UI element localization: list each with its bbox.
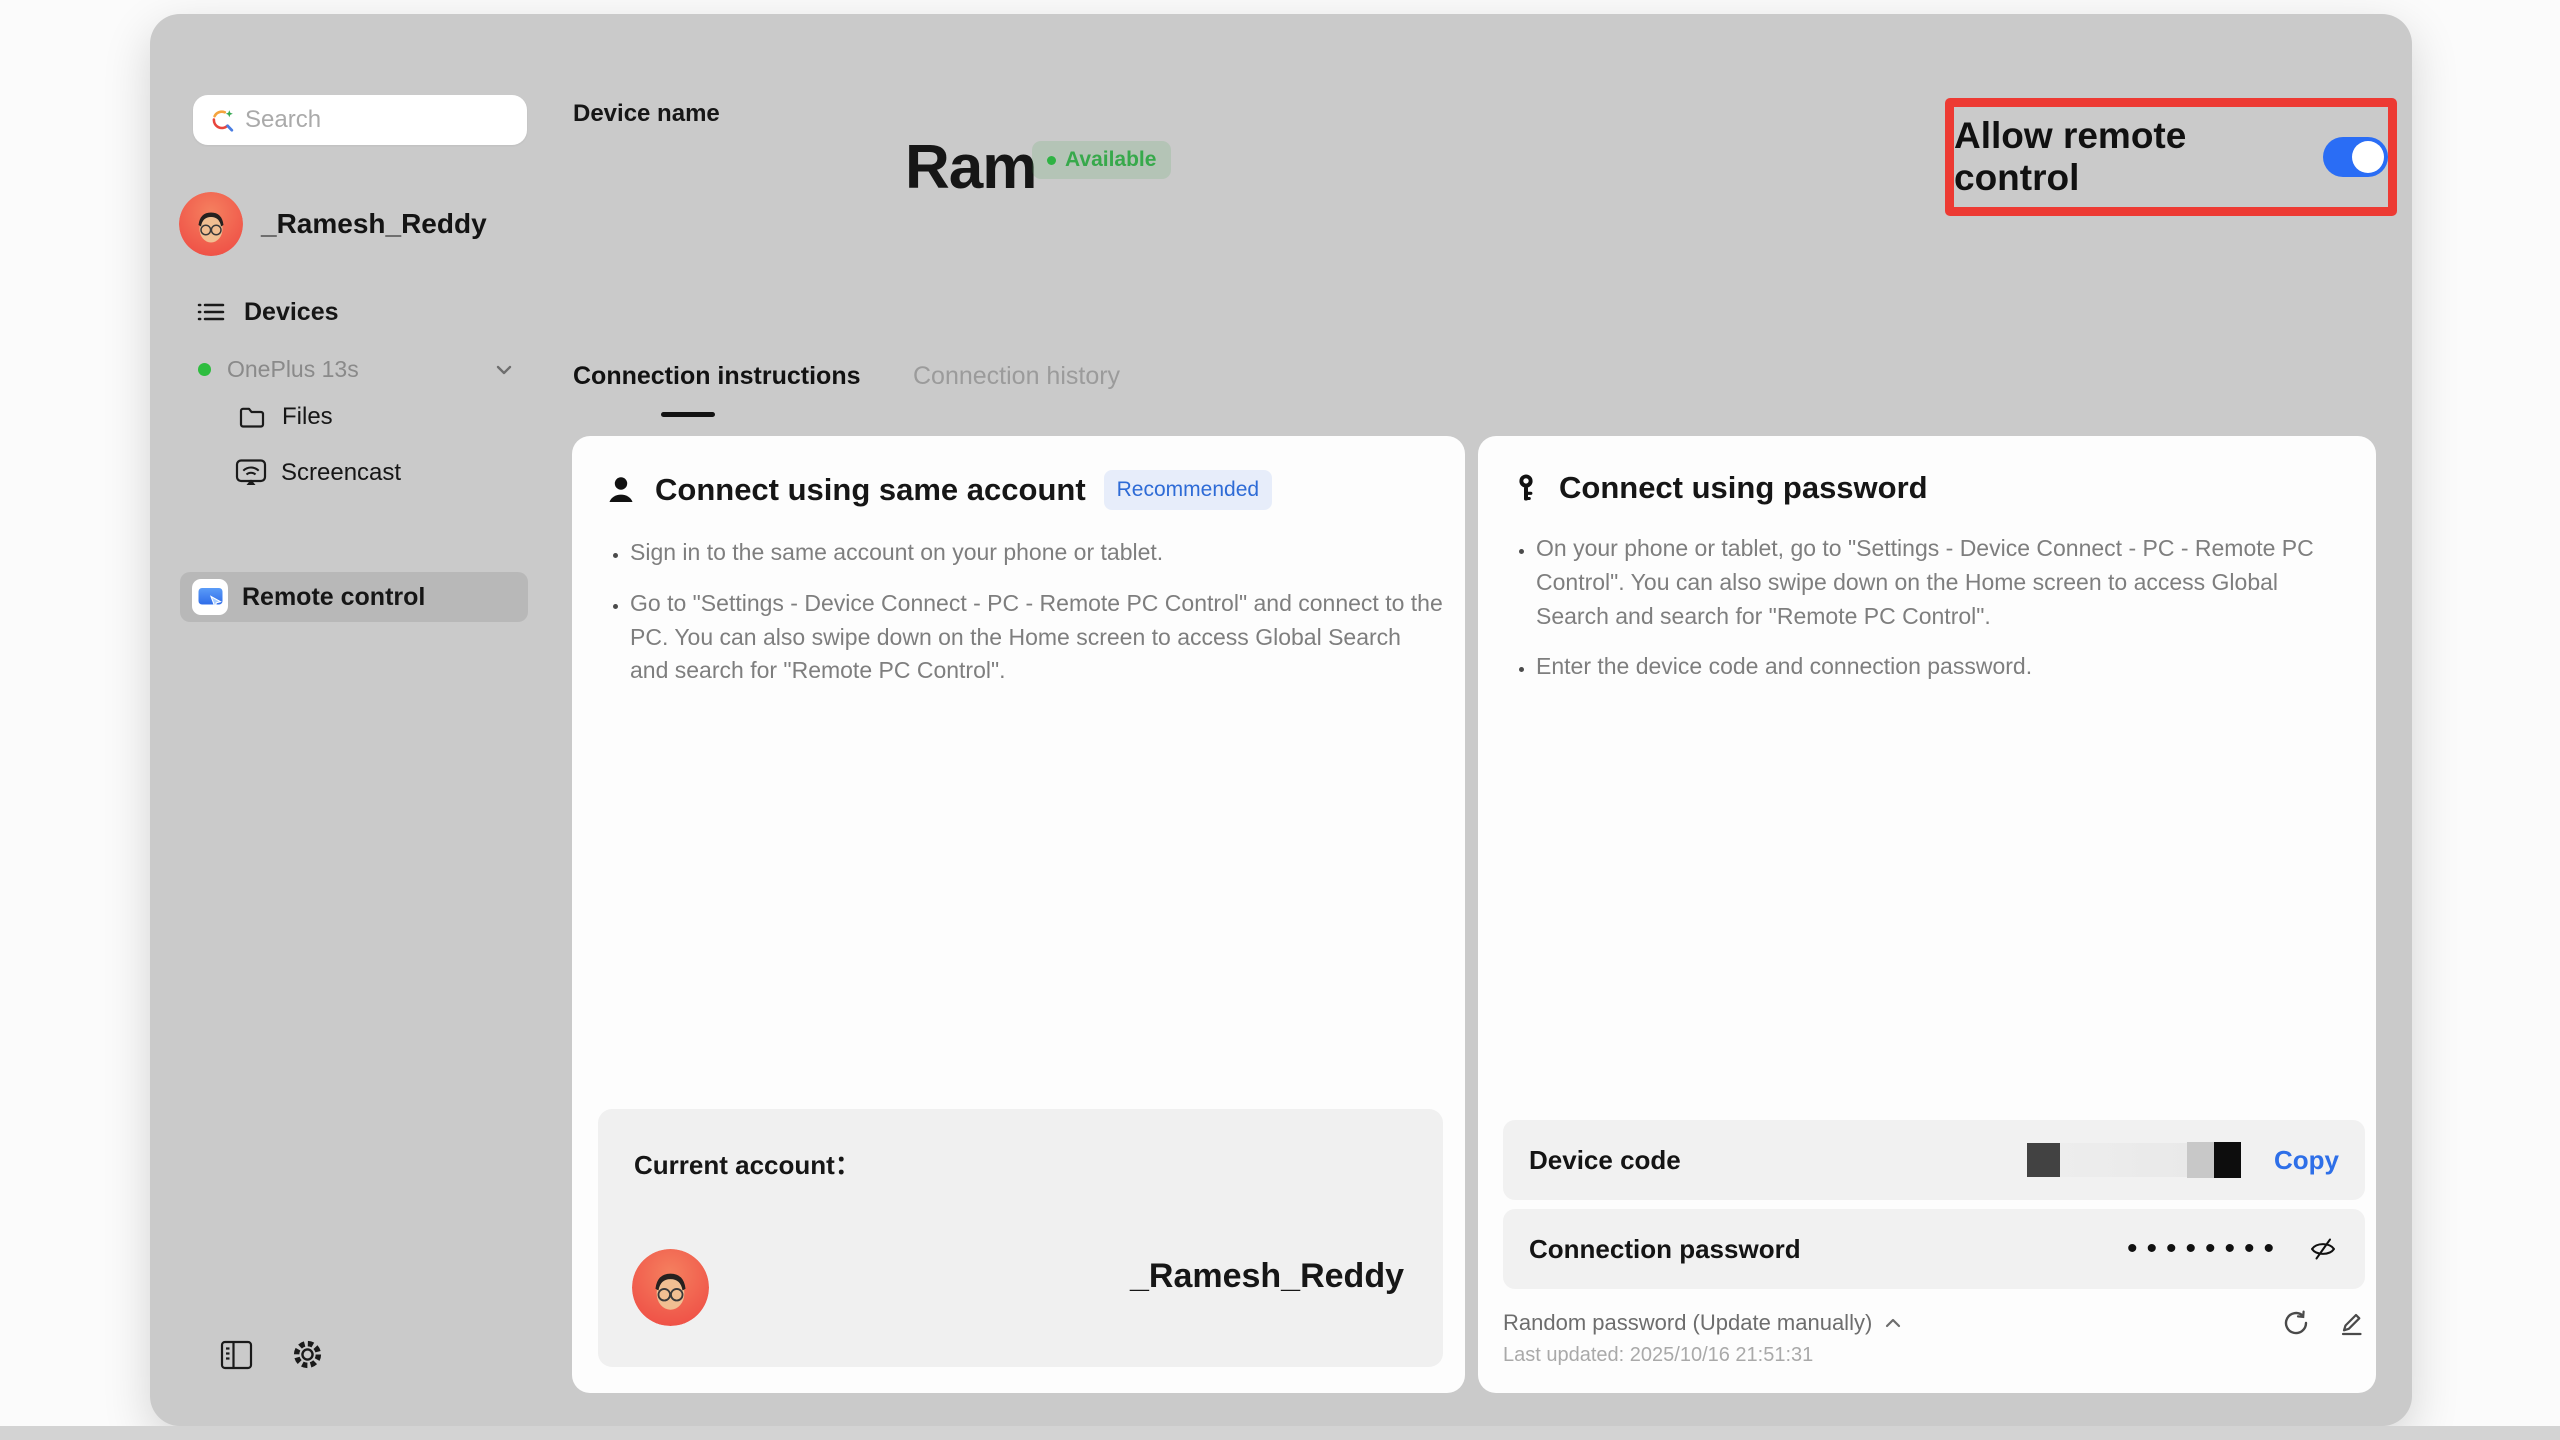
chevron-up-icon: [1884, 1316, 1902, 1330]
device-code-redacted-block: [2060, 1143, 2187, 1177]
sidebar-item-label: Remote control: [242, 583, 425, 612]
sidebar-item-screencast[interactable]: Screencast: [235, 458, 401, 487]
connection-password-row: Connection password ••••••••: [1503, 1209, 2365, 1289]
collapse-sidebar-icon[interactable]: [220, 1340, 253, 1370]
card-connect-same-account: Connect using same account Recommended S…: [572, 436, 1465, 1393]
sidebar-item-files[interactable]: Files: [238, 403, 333, 431]
card-title: Connect using same account: [655, 472, 1086, 508]
user-avatar: [179, 192, 243, 256]
account-name: _Ramesh_Reddy: [1130, 1257, 1404, 1296]
card-connect-password: Connect using password On your phone or …: [1478, 436, 2376, 1393]
masked-password: ••••••••: [2127, 1234, 2283, 1264]
sidebar-item-label: Files: [282, 403, 333, 431]
key-icon: [1511, 473, 1541, 503]
sidebar-item-label: Devices: [244, 298, 339, 327]
card-title: Connect using password: [1559, 470, 1928, 506]
instruction-item: Enter the device code and connection pas…: [1536, 650, 2354, 684]
current-account-label: Current account：: [634, 1145, 861, 1182]
device-name: Ram: [905, 132, 1036, 203]
tab-connection-history[interactable]: Connection history: [913, 362, 1120, 391]
allow-remote-control-label: Allow remote control: [1954, 115, 2297, 199]
person-icon: [605, 474, 637, 506]
red-annotation-box: Allow remote control: [1945, 98, 2397, 216]
search-input[interactable]: [245, 106, 495, 134]
sidebar-item-label: OnePlus 13s: [227, 356, 359, 383]
instructions-list: Sign in to the same account on your phon…: [572, 536, 1465, 688]
allow-remote-control-toggle[interactable]: [2323, 137, 2388, 177]
tab-connection-instructions[interactable]: Connection instructions: [573, 362, 861, 391]
active-tab-underline: [661, 412, 715, 417]
toggle-knob: [2352, 141, 2384, 173]
copy-button[interactable]: Copy: [2274, 1145, 2339, 1176]
recommended-badge: Recommended: [1104, 470, 1272, 510]
device-code-redacted: [2027, 1142, 2241, 1178]
device-code-row: Device code Copy: [1503, 1120, 2365, 1200]
sidebar-item-label: Screencast: [281, 459, 401, 487]
current-account-panel: Current account： _Ramesh_Reddy: [598, 1109, 1443, 1367]
chevron-down-icon[interactable]: [492, 358, 516, 382]
folder-icon: [238, 403, 266, 431]
account-avatar: [632, 1249, 709, 1326]
username: _Ramesh_Reddy: [261, 208, 487, 240]
status-badge: Available: [1032, 141, 1171, 179]
instructions-list: On your phone or tablet, go to "Settings…: [1478, 532, 2376, 684]
sidebar-item-remote-control[interactable]: Remote control: [180, 572, 528, 622]
random-password-toggle[interactable]: Random password (Update manually): [1503, 1310, 1902, 1336]
status-badge-label: Available: [1065, 148, 1156, 172]
desktop-edge-strip: [0, 1426, 2560, 1440]
device-code-redacted-block: [2214, 1142, 2241, 1178]
instruction-item: On your phone or tablet, go to "Settings…: [1536, 532, 2354, 633]
app-window: _Ramesh_Reddy Devices OnePlus 13s Files: [150, 14, 2412, 1426]
connection-password-label: Connection password: [1529, 1234, 1801, 1265]
user-profile[interactable]: _Ramesh_Reddy: [179, 192, 487, 256]
available-dot: [1047, 156, 1056, 165]
screencast-icon: [235, 458, 267, 487]
eye-off-icon[interactable]: [2307, 1233, 2339, 1265]
remote-control-app-icon: [192, 579, 228, 615]
online-status-dot: [198, 363, 211, 376]
device-code-label: Device code: [1529, 1145, 1681, 1176]
last-updated-text: Last updated: 2025/10/16 21:51:31: [1503, 1344, 1813, 1367]
sidebar-item-oneplus-13s[interactable]: OnePlus 13s: [198, 356, 516, 383]
refresh-icon[interactable]: [2281, 1308, 2311, 1338]
edit-pencil-icon[interactable]: [2337, 1309, 2365, 1337]
devices-list-icon: [196, 297, 226, 327]
random-password-label: Random password (Update manually): [1503, 1310, 1872, 1336]
instruction-item: Go to "Settings - Device Connect - PC - …: [630, 587, 1443, 688]
device-code-redacted-block: [2027, 1143, 2060, 1177]
search-icon: [209, 107, 235, 133]
instruction-item: Sign in to the same account on your phon…: [630, 536, 1443, 570]
device-code-redacted-block: [2187, 1142, 2214, 1178]
search-input-container[interactable]: [193, 95, 527, 145]
sidebar-item-devices[interactable]: Devices: [196, 297, 339, 327]
device-name-label: Device name: [573, 100, 720, 128]
random-password-row: Random password (Update manually): [1503, 1308, 2365, 1338]
gear-icon[interactable]: [291, 1338, 324, 1371]
